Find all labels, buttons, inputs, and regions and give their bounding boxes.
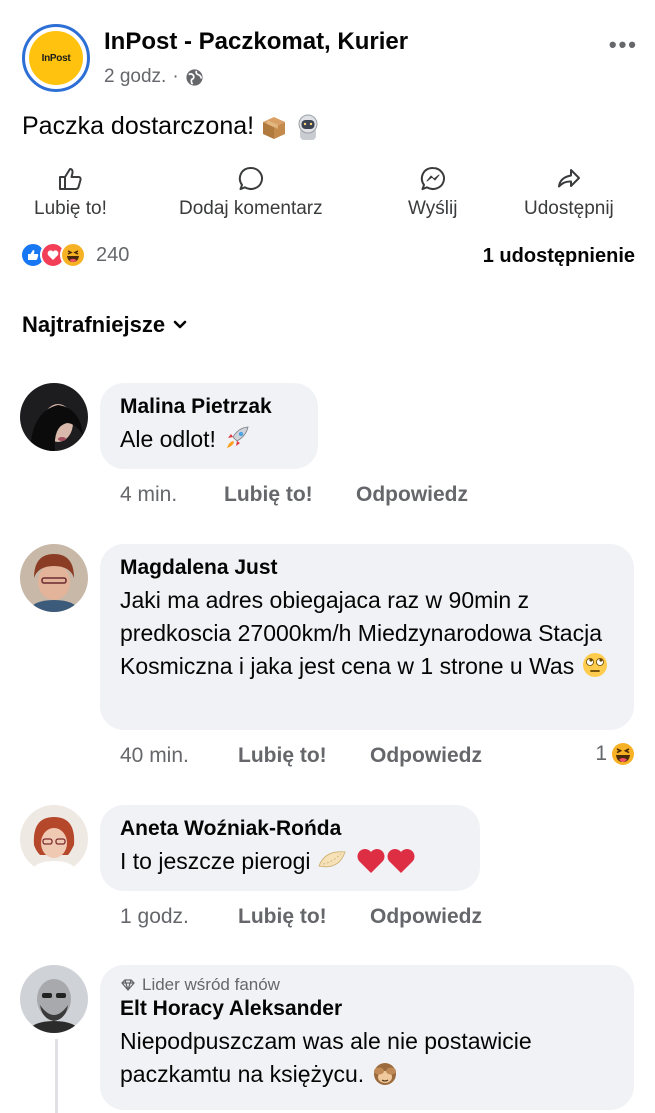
haha-reaction-icon [612, 743, 634, 765]
send-button[interactable]: Wyślij [408, 165, 457, 220]
page-avatar[interactable]: InPost [22, 24, 90, 92]
messenger-icon [420, 167, 445, 191]
comment-meta: 1 godz. Lubię to! Odpowiedz [120, 905, 482, 929]
comment-time[interactable]: 1 godz. [120, 905, 238, 929]
comment-text-content: Ale odlot! [120, 426, 216, 452]
chevron-down-icon [173, 320, 187, 329]
like-label: Lubię to! [34, 198, 107, 219]
shares-count[interactable]: 1 udostępnienie [483, 245, 635, 268]
comment-text-content: Jaki ma adres obiegajaca raz w 90min z p… [120, 587, 602, 679]
meta-separator: · [172, 66, 179, 87]
share-button[interactable]: Udostępnij [524, 165, 614, 220]
comment-bubble: Malina Pietrzak Ale odlot! [100, 383, 318, 469]
comment-reply-button[interactable]: Odpowiedz [370, 744, 482, 768]
comment-bubble: Lider wśród fanów Elt Horacy Aleksander … [100, 965, 634, 1110]
comment-reaction-count: 1 [595, 742, 607, 765]
comment-like-button[interactable]: Lubię to! [238, 744, 370, 768]
comment-sort-dropdown[interactable]: Najtrafniejsze [22, 312, 187, 338]
comment-meta: 40 min. Lubię to! Odpowiedz [120, 744, 482, 768]
top-fan-badge: Lider wśród fanów [120, 975, 614, 995]
comment-label: Dodaj komentarz [179, 198, 323, 219]
comment-bubble: Aneta Woźniak-Rońda I to jeszcze pierogi [100, 805, 480, 891]
comment-reply-button[interactable]: Odpowiedz [370, 905, 482, 929]
comment-text-content: I to jeszcze pierogi [120, 848, 311, 874]
reactions-summary[interactable]: 240 [20, 242, 129, 268]
avatar[interactable] [20, 965, 88, 1033]
post-text: Paczka dostarczona! [22, 112, 322, 141]
comment-reactions[interactable]: 1 [595, 742, 635, 766]
comment-time[interactable]: 40 min. [120, 744, 238, 768]
globe-icon [186, 68, 203, 86]
package-icon [263, 116, 286, 139]
reaction-count: 240 [96, 243, 130, 266]
diamond-icon [121, 979, 135, 991]
thumbs-up-icon [59, 168, 83, 190]
page-name[interactable]: InPost - Paczkomat, Kurier [104, 28, 408, 56]
haha-reaction-icon [60, 242, 86, 268]
comment-meta: 4 min. Lubię to! Odpowiedz [120, 483, 468, 507]
comment-text: I to jeszcze pierogi [120, 845, 460, 878]
post-header: InPost InPost - Paczkomat, Kurier 2 godz… [22, 24, 642, 96]
comment-time[interactable]: 4 min. [120, 483, 224, 507]
post-text-content: Paczka dostarczona! [22, 112, 255, 140]
send-label: Wyślij [408, 198, 458, 219]
post-actions: Lubię to! Dodaj komentarz Wyślij Udostęp… [0, 165, 655, 235]
comment-reply-button[interactable]: Odpowiedz [356, 483, 468, 507]
comment-author[interactable]: Malina Pietrzak [120, 395, 298, 419]
comment-author[interactable]: Magdalena Just [120, 556, 614, 580]
comment-like-button[interactable]: Lubię to! [238, 905, 370, 929]
comment-text-content: Niepodpuszczam was ale nie postawicie pa… [120, 1028, 532, 1087]
share-label: Udostępnij [524, 198, 614, 219]
comment-text: Ale odlot! [120, 423, 298, 456]
post-time[interactable]: 2 godz. [104, 66, 166, 88]
avatar[interactable] [20, 383, 88, 451]
post-meta: 2 godz. · [104, 66, 204, 88]
comment-like-button[interactable]: Lubię to! [224, 483, 356, 507]
dumpling-icon [318, 851, 346, 868]
comment-text: Jaki ma adres obiegajaca raz w 90min z p… [120, 584, 614, 683]
comment-author[interactable]: Aneta Woźniak-Rońda [120, 817, 460, 841]
comment-text: Niepodpuszczam was ale nie postawicie pa… [120, 1025, 614, 1091]
avatar[interactable] [20, 805, 88, 873]
see-no-evil-monkey-icon [373, 1063, 396, 1085]
comment-button[interactable]: Dodaj komentarz [179, 165, 323, 220]
like-button[interactable]: Lubię to! [34, 165, 107, 220]
rocket-icon [227, 426, 249, 448]
comment-bubble-icon [238, 167, 263, 191]
share-arrow-icon [557, 169, 580, 188]
reply-thread-line [55, 1039, 58, 1113]
astronaut-icon [298, 114, 318, 140]
hearts-icon [357, 849, 415, 873]
sort-label: Najtrafniejsze [22, 312, 166, 337]
inpost-logo: InPost [29, 31, 83, 85]
more-options-icon[interactable]: ••• [609, 32, 638, 58]
avatar[interactable] [20, 544, 88, 612]
comment-author[interactable]: Elt Horacy Aleksander [120, 997, 614, 1021]
rolling-eyes-icon [582, 653, 607, 677]
comment-bubble: Magdalena Just Jaki ma adres obiegajaca … [100, 544, 634, 730]
badge-label: Lider wśród fanów [142, 975, 280, 994]
